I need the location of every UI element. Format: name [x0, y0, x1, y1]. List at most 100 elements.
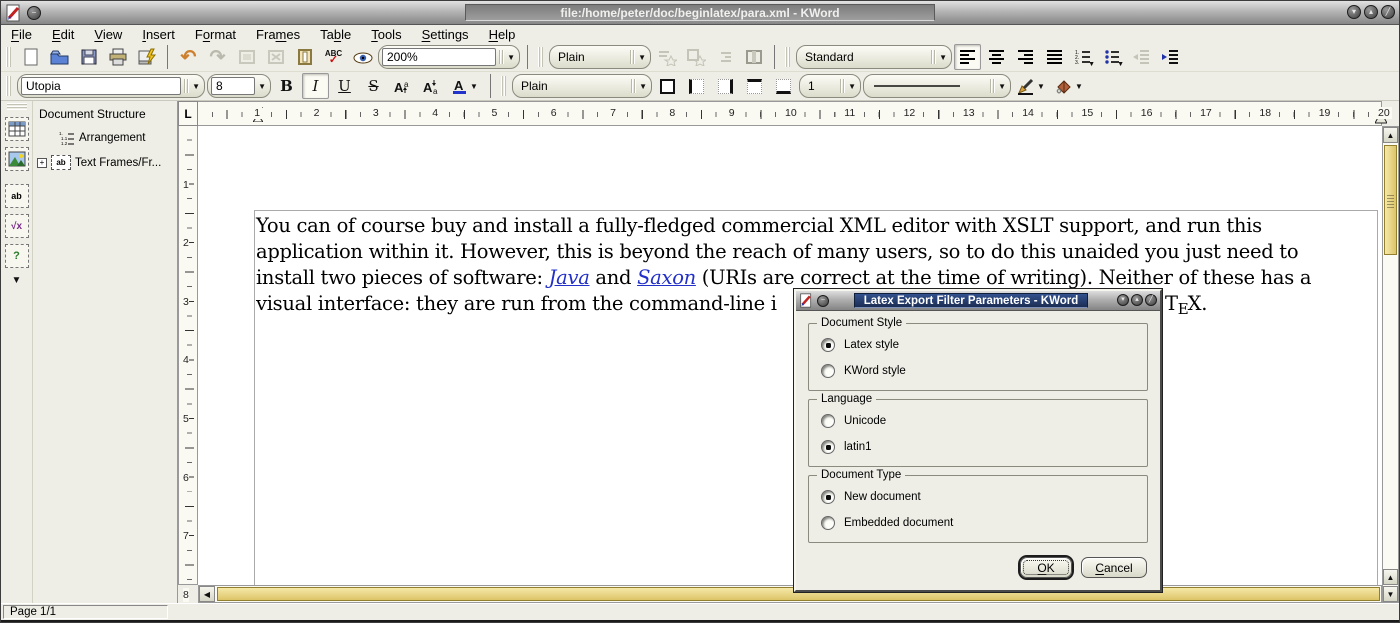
tree-item-arrangement[interactable]: 1.1.11.2 Arrangement [37, 131, 173, 145]
border-width-combo[interactable]: 1 ▼ [799, 74, 861, 98]
font-family-combo[interactable]: Utopia ▼ [17, 74, 205, 98]
menu-edit[interactable]: Edit [52, 27, 74, 42]
insert-formula-button[interactable]: √x [5, 214, 29, 238]
menu-table[interactable]: Table [320, 27, 351, 42]
doc-text-line[interactable]: install two pieces of software: Java and… [256, 265, 1382, 291]
radio-latin1[interactable]: latin1 [821, 440, 872, 454]
radio-embedded-document[interactable]: Embedded document [821, 516, 953, 530]
document-canvas[interactable]: You can of course buy and install a full… [198, 126, 1382, 585]
minimize-button[interactable]: ▾ [1347, 5, 1361, 19]
columns-button[interactable] [740, 44, 767, 70]
dialog-maximize-button[interactable]: ▴ [1131, 294, 1143, 306]
toolbar-grip[interactable] [6, 76, 12, 96]
sticky-button[interactable]: − [27, 6, 41, 20]
border-bottom-button[interactable] [770, 73, 797, 99]
align-center-button[interactable] [983, 44, 1010, 70]
numbered-list-button[interactable]: 1.2.3. ▼ [1070, 44, 1097, 70]
chevron-down-icon[interactable]: ▼ [258, 82, 266, 91]
chevron-down-icon[interactable]: ▼ [639, 82, 647, 91]
border-color-button[interactable]: ▼ [1013, 73, 1049, 99]
toolbar-grip[interactable] [538, 47, 544, 67]
horizontal-scrollbar[interactable]: ◀ [198, 585, 1382, 603]
border-left-button[interactable] [683, 73, 710, 99]
print-preview-button[interactable] [133, 44, 160, 70]
saxon-link[interactable]: Saxon [637, 266, 696, 289]
radio-new-document[interactable]: New document [821, 490, 921, 504]
menu-file[interactable]: File [11, 27, 32, 42]
paragraph-style-combo[interactable]: Plain ▼ [549, 45, 651, 69]
open-button[interactable] [46, 44, 73, 70]
chevron-down-icon[interactable]: ▼ [1117, 61, 1124, 68]
scroll-down-button[interactable]: ▼ [1383, 586, 1398, 602]
tab-type-selector[interactable]: L [178, 101, 198, 126]
decrease-indent-button[interactable] [1128, 44, 1155, 70]
frame-borders-button[interactable] [291, 44, 318, 70]
chevron-down-icon[interactable]: ▼ [1075, 82, 1083, 91]
background-color-button[interactable]: ▼ [1051, 73, 1087, 99]
border-line-style-combo[interactable]: ▼ [863, 74, 1011, 98]
italic-button[interactable]: I [302, 73, 329, 99]
font-size-combo[interactable]: 8 ▼ [207, 74, 271, 98]
chevron-down-icon[interactable]: ▼ [848, 82, 856, 91]
menu-frames[interactable]: Frames [256, 27, 300, 42]
java-link[interactable]: Java [549, 266, 590, 289]
menu-insert[interactable]: Insert [142, 27, 175, 42]
h-ruler[interactable]: 1234567891011121314151617181920 [198, 101, 1382, 126]
doc-text-line[interactable]: application within it. However, this is … [256, 239, 1382, 265]
chevron-down-icon[interactable]: ▼ [507, 53, 515, 62]
insert-text-frame-button[interactable]: ab [5, 184, 29, 208]
border-outline-button[interactable] [654, 73, 681, 99]
radio-kword-style[interactable]: KWord style [821, 364, 906, 378]
toolbar-extension-arrow[interactable]: ▼ [12, 275, 22, 286]
maximize-button[interactable]: ▴ [1364, 5, 1378, 19]
chevron-down-icon[interactable]: ▼ [998, 82, 1006, 91]
doc-text-line[interactable]: You can of course buy and install a full… [256, 213, 1382, 239]
vertical-scrollbar[interactable]: ▲ ▲ ▼ [1382, 126, 1399, 603]
new-document-button[interactable] [17, 44, 44, 70]
chevron-down-icon[interactable]: ▼ [1037, 82, 1045, 91]
create-style-button[interactable] [653, 44, 680, 70]
ok-button[interactable]: OK [1020, 557, 1072, 578]
bullet-list-button[interactable]: ▼ [1099, 44, 1126, 70]
menu-format[interactable]: Format [195, 27, 236, 42]
chevron-down-icon[interactable]: ▼ [939, 53, 947, 62]
menu-tools[interactable]: Tools [371, 27, 401, 42]
align-justify-button[interactable] [1041, 44, 1068, 70]
bold-button[interactable]: B [273, 73, 300, 99]
font-size-up-button[interactable]: Aa [389, 73, 416, 99]
undo-button[interactable]: ↶ [175, 44, 202, 70]
dialog-close-button[interactable]: ╱ [1145, 294, 1157, 306]
zoom-combo[interactable]: 200% ▼ [378, 45, 520, 69]
title-bar[interactable]: − file:/home/peter/doc/beginlatex/para.x… [1, 1, 1399, 25]
align-left-button[interactable] [954, 44, 981, 70]
delete-frame-button[interactable] [262, 44, 289, 70]
scroll-up-button[interactable]: ▲ [1383, 127, 1398, 143]
menu-view[interactable]: View [94, 27, 122, 42]
scroll-up-button-2[interactable]: ▲ [1383, 569, 1398, 585]
chevron-down-icon[interactable]: ▼ [470, 82, 478, 91]
style-manager-button[interactable] [711, 44, 738, 70]
border-top-button[interactable] [741, 73, 768, 99]
dialog-minimize-button[interactable]: ▾ [1117, 294, 1129, 306]
cancel-button[interactable]: Cancel [1081, 557, 1147, 578]
increase-indent-button[interactable] [1157, 44, 1184, 70]
list-style-combo[interactable]: Standard ▼ [796, 45, 952, 69]
strikethrough-button[interactable]: S [360, 73, 387, 99]
toolbar-grip[interactable] [785, 47, 791, 67]
insert-picture-button[interactable] [5, 147, 29, 171]
toolbar-grip[interactable] [501, 76, 507, 96]
view-mode-button[interactable] [349, 44, 376, 70]
insert-table-button[interactable] [5, 117, 29, 141]
underline-button[interactable]: U [331, 73, 358, 99]
close-button[interactable]: ╱ [1381, 5, 1395, 19]
v-ruler[interactable]: 12345678 [178, 126, 198, 585]
save-button[interactable] [75, 44, 102, 70]
radio-unicode[interactable]: Unicode [821, 414, 886, 428]
update-style-button[interactable] [682, 44, 709, 70]
toolbar-grip[interactable] [6, 47, 12, 67]
dialog-title-bar[interactable]: − Latex Export Filter Parameters - KWord… [796, 291, 1160, 311]
insert-object-button[interactable]: ? [5, 244, 29, 268]
dialog-sticky-button[interactable]: − [817, 295, 829, 307]
menu-help[interactable]: Help [489, 27, 516, 42]
tree-item-text-frames[interactable]: + ab Text Frames/Fr... [37, 155, 173, 170]
